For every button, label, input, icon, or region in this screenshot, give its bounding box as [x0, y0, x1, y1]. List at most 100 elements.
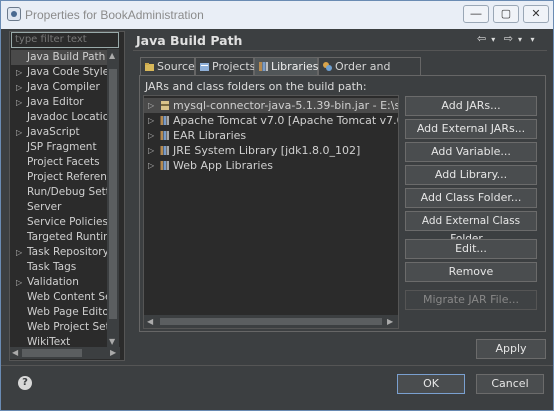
- cancel-button[interactable]: Cancel: [476, 374, 544, 394]
- source-folder-icon: [145, 63, 154, 71]
- back-icon[interactable]: ⇦: [477, 32, 486, 45]
- tree-item[interactable]: Web Page Editor: [11, 305, 107, 320]
- expand-arrow-icon[interactable]: ▷: [16, 80, 22, 95]
- tree-item[interactable]: ▷ Validation: [11, 275, 107, 290]
- edit-button[interactable]: Edit...: [405, 239, 537, 259]
- tab-source[interactable]: Source: [140, 57, 195, 76]
- libraries-horizontal-scrollbar[interactable]: ◀ ▶: [144, 315, 398, 328]
- close-button[interactable]: ✕: [523, 5, 549, 23]
- tree-item[interactable]: Task Tags: [11, 260, 107, 275]
- chevron-down-icon[interactable]: ▾: [518, 35, 522, 44]
- tree-item[interactable]: ▷ Java Editor: [11, 95, 107, 110]
- tab-projects[interactable]: Projects: [195, 57, 255, 76]
- add-library-button[interactable]: Add Library...: [405, 165, 537, 185]
- tree-item-label: Task Repository: [27, 246, 107, 258]
- tree-item[interactable]: ▷ Task Repository: [11, 245, 107, 260]
- scroll-thumb[interactable]: [109, 69, 117, 319]
- tree-item[interactable]: JSP Fragment: [11, 140, 107, 155]
- library-label: EAR Libraries: [173, 129, 247, 142]
- expand-arrow-icon[interactable]: ▷: [148, 128, 154, 143]
- expand-arrow-icon[interactable]: ▷: [16, 245, 22, 260]
- remove-button[interactable]: Remove: [405, 262, 537, 282]
- chevron-down-icon[interactable]: ▾: [491, 35, 495, 44]
- library-entry[interactable]: ▷ Web App Libraries: [144, 158, 398, 173]
- migrate-jar-button[interactable]: Migrate JAR File...: [405, 290, 537, 310]
- scroll-up-icon[interactable]: ▲: [109, 51, 115, 60]
- help-icon[interactable]: ?: [18, 376, 32, 390]
- tree-item[interactable]: Run/Debug Settings: [11, 185, 107, 200]
- projects-icon: [200, 63, 209, 71]
- add-class-folder-button[interactable]: Add Class Folder...: [405, 188, 537, 208]
- libraries-list-label: JARs and class folders on the build path…: [145, 80, 367, 93]
- scroll-left-icon[interactable]: ◀: [147, 317, 153, 326]
- tree-item[interactable]: ▷ Java Code Style: [11, 65, 107, 80]
- minimize-button[interactable]: —: [463, 5, 489, 23]
- expand-arrow-icon[interactable]: ▷: [16, 95, 22, 110]
- page-title: Java Build Path: [136, 33, 243, 48]
- libraries-tree: ▷ mysql-connector-java-5.1.39-bin.jar - E…: [143, 95, 399, 329]
- tree-item[interactable]: ▷ Java Compiler: [11, 80, 107, 95]
- history-navigation: ⇦ ▾ ⇨ ▾ ▾: [477, 32, 539, 45]
- libraries-icon: [259, 62, 268, 71]
- expand-arrow-icon[interactable]: ▷: [148, 143, 154, 158]
- add-jars-button[interactable]: Add JARs...: [405, 96, 537, 116]
- add-variable-button[interactable]: Add Variable...: [405, 142, 537, 162]
- tree-item[interactable]: Server: [11, 200, 107, 215]
- tree-item-label: Run/Debug Settings: [27, 186, 107, 198]
- tree-item-label: Project Facets: [27, 156, 100, 168]
- scroll-thumb[interactable]: [160, 318, 382, 325]
- forward-icon[interactable]: ⇨: [504, 32, 513, 45]
- tree-item-label: Validation: [27, 276, 79, 288]
- tree-item-label: JSP Fragment: [27, 141, 97, 153]
- tree-vertical-scrollbar[interactable]: ▲ ▼: [107, 49, 119, 349]
- expand-arrow-icon[interactable]: ▷: [148, 158, 154, 173]
- library-entry[interactable]: ▷ Apache Tomcat v7.0 [Apache Tomcat v7.0 …: [144, 113, 398, 128]
- tree-horizontal-scrollbar[interactable]: ◀ ▶: [10, 347, 120, 359]
- order-export-icon: [323, 62, 332, 71]
- library-entry[interactable]: ▷ JRE System Library [jdk1.8.0_102]: [144, 143, 398, 158]
- tree-item[interactable]: Web Project Settings: [11, 320, 107, 335]
- expand-arrow-icon[interactable]: ▷: [16, 275, 22, 290]
- tree-item-label: Web Content Settings: [27, 291, 107, 303]
- apply-button[interactable]: Apply: [476, 339, 546, 359]
- library-label: Web App Libraries: [173, 159, 273, 172]
- tree-item[interactable]: Project Facets: [11, 155, 107, 170]
- scroll-down-icon[interactable]: ▼: [109, 337, 115, 346]
- scroll-right-icon[interactable]: ▶: [110, 348, 116, 357]
- tree-item[interactable]: Service Policies: [11, 215, 107, 230]
- menu-icon[interactable]: ▾: [530, 35, 534, 44]
- expand-arrow-icon[interactable]: ▷: [16, 65, 22, 80]
- tree-item-label: Java Build Path: [27, 51, 106, 63]
- library-label: Apache Tomcat v7.0 [Apache Tomcat v7.0 (…: [173, 114, 398, 127]
- divider: [133, 50, 547, 51]
- scroll-right-icon[interactable]: ▶: [387, 317, 393, 326]
- expand-arrow-icon[interactable]: ▷: [148, 98, 154, 113]
- tree-item[interactable]: Targeted Runtimes: [11, 230, 107, 245]
- add-external-jars-button[interactable]: Add External JARs...: [405, 119, 537, 139]
- tree-item[interactable]: Java Build Path: [11, 50, 107, 65]
- tree-item[interactable]: Javadoc Location: [11, 110, 107, 125]
- add-external-class-folder-button[interactable]: Add External Class Folder...: [405, 211, 537, 245]
- category-tree: Java Build Path ▷ Java Code Style ▷ Java Com…: [11, 50, 107, 350]
- tab-libraries[interactable]: Libraries: [254, 57, 319, 76]
- expand-arrow-icon[interactable]: ▷: [16, 125, 22, 140]
- maximize-button[interactable]: ▢: [493, 5, 519, 23]
- tree-item-label: Service Policies: [27, 216, 107, 228]
- tree-item[interactable]: Project References: [11, 170, 107, 185]
- tree-item-label: Java Code Style: [27, 66, 107, 78]
- library-entry[interactable]: ▷ EAR Libraries: [144, 128, 398, 143]
- library-entry[interactable]: ▷ mysql-connector-java-5.1.39-bin.jar - E…: [144, 98, 398, 113]
- library-icon: [160, 146, 169, 155]
- scroll-thumb[interactable]: [22, 349, 82, 357]
- eclipse-icon: [7, 7, 21, 21]
- tree-item-label: Web Page Editor: [27, 306, 107, 318]
- ok-button[interactable]: OK: [397, 374, 465, 394]
- filter-input[interactable]: type filter text: [11, 32, 119, 48]
- scroll-left-icon[interactable]: ◀: [12, 348, 18, 357]
- expand-arrow-icon[interactable]: ▷: [148, 113, 154, 128]
- tree-item[interactable]: Web Content Settings: [11, 290, 107, 305]
- tab-order-and-export[interactable]: Order and Export: [318, 57, 421, 90]
- library-icon: [160, 131, 169, 140]
- library-icon: [160, 161, 169, 170]
- tree-item[interactable]: ▷ JavaScript: [11, 125, 107, 140]
